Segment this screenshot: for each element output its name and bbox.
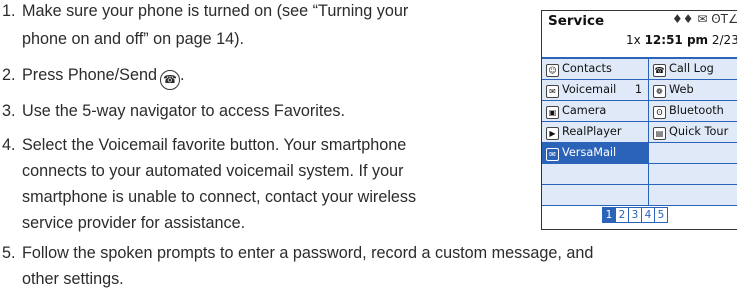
step-text-line: other settings. (22, 270, 124, 288)
call-log-icon: ☎ (653, 64, 666, 77)
status-bar: Service ♦♦ ✉ ʘT∠ 1x 12:51 pm 2/23/0 (542, 11, 737, 53)
favorite-contacts[interactable]: ☺ Contacts (542, 59, 649, 80)
favorite-label: Quick Tour (669, 125, 729, 138)
favorite-label: Contacts (562, 62, 612, 75)
favorite-versamail[interactable]: ✉ VersaMail (542, 143, 649, 164)
step-number: 2. (2, 66, 16, 84)
favorite-empty-slot[interactable] (649, 164, 737, 185)
favorite-voicemail[interactable]: ✉ Voicemail 1 (542, 80, 649, 101)
step-text-line: Follow the spoken prompts to enter a pas… (22, 244, 594, 262)
favorite-quick-tour[interactable]: ▤ Quick Tour (649, 122, 737, 143)
contacts-icon: ☺ (546, 64, 559, 77)
realplayer-icon: ▶ (546, 127, 559, 140)
page-tab-2[interactable]: 2 (615, 207, 629, 223)
status-icons: ♦♦ ✉ ʘT∠ (672, 12, 737, 26)
step-text-line: Select the Voicemail favorite button. Yo… (22, 136, 407, 154)
camera-icon: ▣ (546, 106, 559, 119)
favorite-camera[interactable]: ▣ Camera (542, 101, 649, 122)
step-text-line: service provider for assistance. (22, 214, 246, 232)
quick-tour-icon: ▤ (653, 127, 666, 140)
favorite-label: Camera (562, 104, 607, 117)
step-text-line: Make sure your phone is turned on (see “… (22, 2, 409, 20)
voicemail-icon: ✉ (546, 85, 559, 98)
step-number: 5. (2, 244, 16, 262)
step-text-line: Press Phone/Send ☎. (22, 64, 185, 90)
versamail-icon: ✉ (546, 148, 559, 161)
favorite-label: RealPlayer (562, 125, 622, 138)
bluetooth-icon: ʘ (653, 106, 666, 119)
step-text-line: Use the 5-way navigator to access Favori… (22, 102, 345, 120)
favorite-label: VersaMail (562, 146, 617, 159)
favorite-empty-slot[interactable] (649, 143, 737, 164)
step-number: 4. (2, 136, 16, 154)
favorite-call-log[interactable]: ☎ Call Log (649, 59, 737, 80)
step-number: 3. (2, 102, 16, 120)
page-tab-4[interactable]: 4 (641, 207, 655, 223)
favorites-pager: 12345 (602, 207, 668, 223)
favorite-empty-slot[interactable] (542, 164, 649, 185)
page-tab-3[interactable]: 3 (628, 207, 642, 223)
step-number: 1. (2, 2, 16, 20)
time: 12:51 pm (644, 33, 709, 47)
favorite-label: Bluetooth (669, 104, 724, 117)
date: 2/23/0 (711, 33, 737, 47)
page-tab-1[interactable]: 1 (602, 207, 616, 223)
signal-type: 1x (626, 33, 641, 47)
favorite-web[interactable]: ❁ Web (649, 80, 737, 101)
phone-favorites-screen: Service ♦♦ ✉ ʘT∠ 1x 12:51 pm 2/23/0 ☺Con… (541, 10, 737, 230)
favorite-label: Voicemail (562, 83, 617, 96)
favorite-realplayer[interactable]: ▶ RealPlayer (542, 122, 649, 143)
web-icon: ❁ (653, 85, 666, 98)
favorite-label: Call Log (669, 62, 714, 75)
favorite-empty-slot[interactable] (649, 185, 737, 206)
favorite-bluetooth[interactable]: ʘ Bluetooth (649, 101, 737, 122)
clock: 1x 12:51 pm 2/23/0 (626, 33, 737, 47)
step-text-line: connects to your automated voicemail sys… (22, 162, 404, 180)
step-text-line: phone on and off” on page 14). (22, 30, 245, 48)
favorites-grid: ☺ Contacts ☎ Call Log ✉ Voicemail 1 ❁ Web ▣ Camera… (542, 57, 737, 206)
voicemail-count-badge: 1 (634, 83, 642, 96)
phone-send-icon: ☎ (160, 70, 180, 90)
favorite-empty-slot[interactable] (542, 185, 649, 206)
screen-title: Service (548, 13, 605, 29)
step-text-line: smartphone is unable to connect, contact… (22, 188, 417, 206)
page-tab-5[interactable]: 5 (654, 207, 668, 223)
favorite-label: Web (669, 83, 694, 96)
step-text: Press Phone/Send (22, 66, 157, 84)
